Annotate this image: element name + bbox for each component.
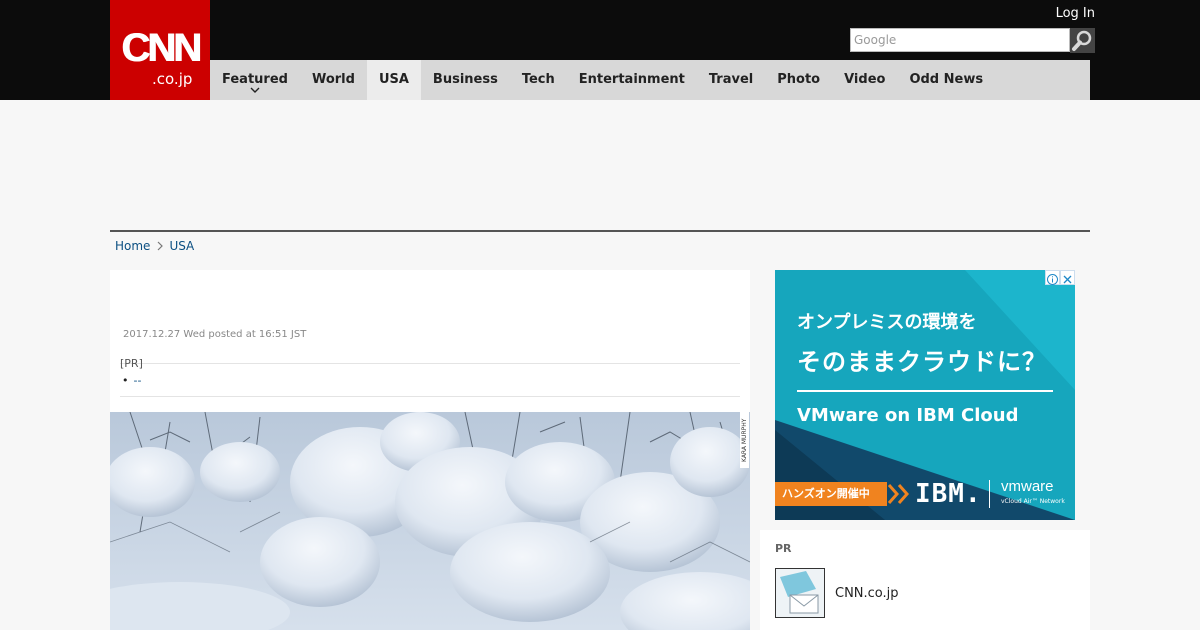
nav-item-label: Featured [222, 72, 288, 87]
pr-sidebar-box: PR CNN.co.jp [760, 530, 1090, 630]
nav-item-usa[interactable]: USA [366, 60, 421, 100]
ad-close-button[interactable] [1060, 270, 1075, 285]
photo-credit: KARA MURPHY [740, 412, 749, 468]
chevron-down-icon [250, 87, 260, 93]
nav-item-photo[interactable]: Photo [765, 60, 832, 100]
chevron-right-icon [158, 241, 164, 251]
adchoices-icon[interactable] [1045, 270, 1060, 285]
main-nav: Featured World USA Business Tech Enterta… [210, 60, 1090, 100]
nav-item-tech[interactable]: Tech [510, 60, 567, 100]
ibm-cloud-ad[interactable]: オンプレミスの環境を そのままクラウドに？ VMware on IBM Clou… [775, 270, 1075, 520]
nav-item-label: USA [378, 72, 409, 87]
nav-item-world[interactable]: World [300, 60, 367, 100]
arrows-icon [887, 484, 910, 504]
ad-headline-1: オンプレミスの環境を [797, 312, 977, 333]
pr-tag: [PR] [120, 357, 143, 370]
nav-item-featured[interactable]: Featured [210, 60, 300, 100]
nav-item-label: Business [432, 72, 498, 87]
pr-text-link[interactable]: • -- [122, 374, 141, 388]
nav-item-label: Photo [777, 72, 821, 87]
breadcrumb-home[interactable]: Home [115, 237, 150, 255]
snow-forest-image [110, 412, 750, 630]
pr-divider-top [120, 363, 740, 364]
close-icon [1063, 275, 1072, 284]
ad-cta-badge: ハンズオン開催中 [775, 482, 887, 506]
info-icon [1047, 274, 1058, 285]
pr-item-link[interactable]: CNN.co.jp [835, 586, 899, 602]
search-input[interactable] [850, 28, 1070, 52]
ad-headline-2: そのままクラウドに？ [797, 348, 1047, 376]
mail-thumbnail-icon [776, 569, 824, 617]
search-button[interactable] [1070, 28, 1095, 53]
logo-text: CNN [121, 26, 202, 70]
pr-divider-bottom [120, 396, 740, 397]
nav-item-entertainment[interactable]: Entertainment [567, 60, 697, 100]
nav-item-travel[interactable]: Travel [697, 60, 765, 100]
ad-logo-divider [989, 480, 990, 508]
article-dateline: 2017.12.27 Wed posted at 16:51 JST [123, 329, 307, 340]
breadcrumb: Home USA [115, 237, 194, 255]
nav-item-label: Entertainment [578, 72, 685, 87]
ad-rule [797, 390, 1053, 392]
bullet-icon: • [122, 374, 129, 387]
pr-link-label: -- [133, 374, 142, 387]
magnifier-icon [1072, 30, 1092, 51]
nav-item-label: World [311, 72, 355, 87]
vmware-logo: vmware [1001, 478, 1054, 495]
article-card: 2017.12.27 Wed posted at 16:51 JST [PR] … [110, 270, 750, 630]
nav-item-odd-news[interactable]: Odd News [897, 60, 995, 100]
article-photo[interactable]: KARA MURPHY [110, 412, 750, 630]
nav-item-label: Odd News [909, 72, 984, 87]
breadcrumb-current[interactable]: USA [169, 237, 194, 255]
breadcrumb-divider [110, 230, 1090, 232]
pr-item-thumbnail[interactable] [775, 568, 825, 618]
nav-item-video[interactable]: Video [832, 60, 897, 100]
cnn-logo[interactable]: CNN .co.jp [110, 0, 210, 100]
nav-item-label: Video [844, 72, 886, 87]
pr-box-heading: PR [775, 542, 792, 555]
ad-headline-3: VMware on IBM Cloud [797, 405, 1019, 426]
vmware-subtitle: vCloud Air™ Network [1001, 498, 1065, 505]
nav-item-business[interactable]: Business [421, 60, 510, 100]
top-ad-slot [110, 100, 1090, 230]
nav-item-label: Tech [521, 72, 555, 87]
nav-item-label: Travel [708, 72, 754, 87]
ibm-logo: IBM. [915, 479, 982, 509]
logo-suffix: .co.jp [152, 70, 193, 88]
login-link[interactable]: Log In [1040, 5, 1095, 23]
